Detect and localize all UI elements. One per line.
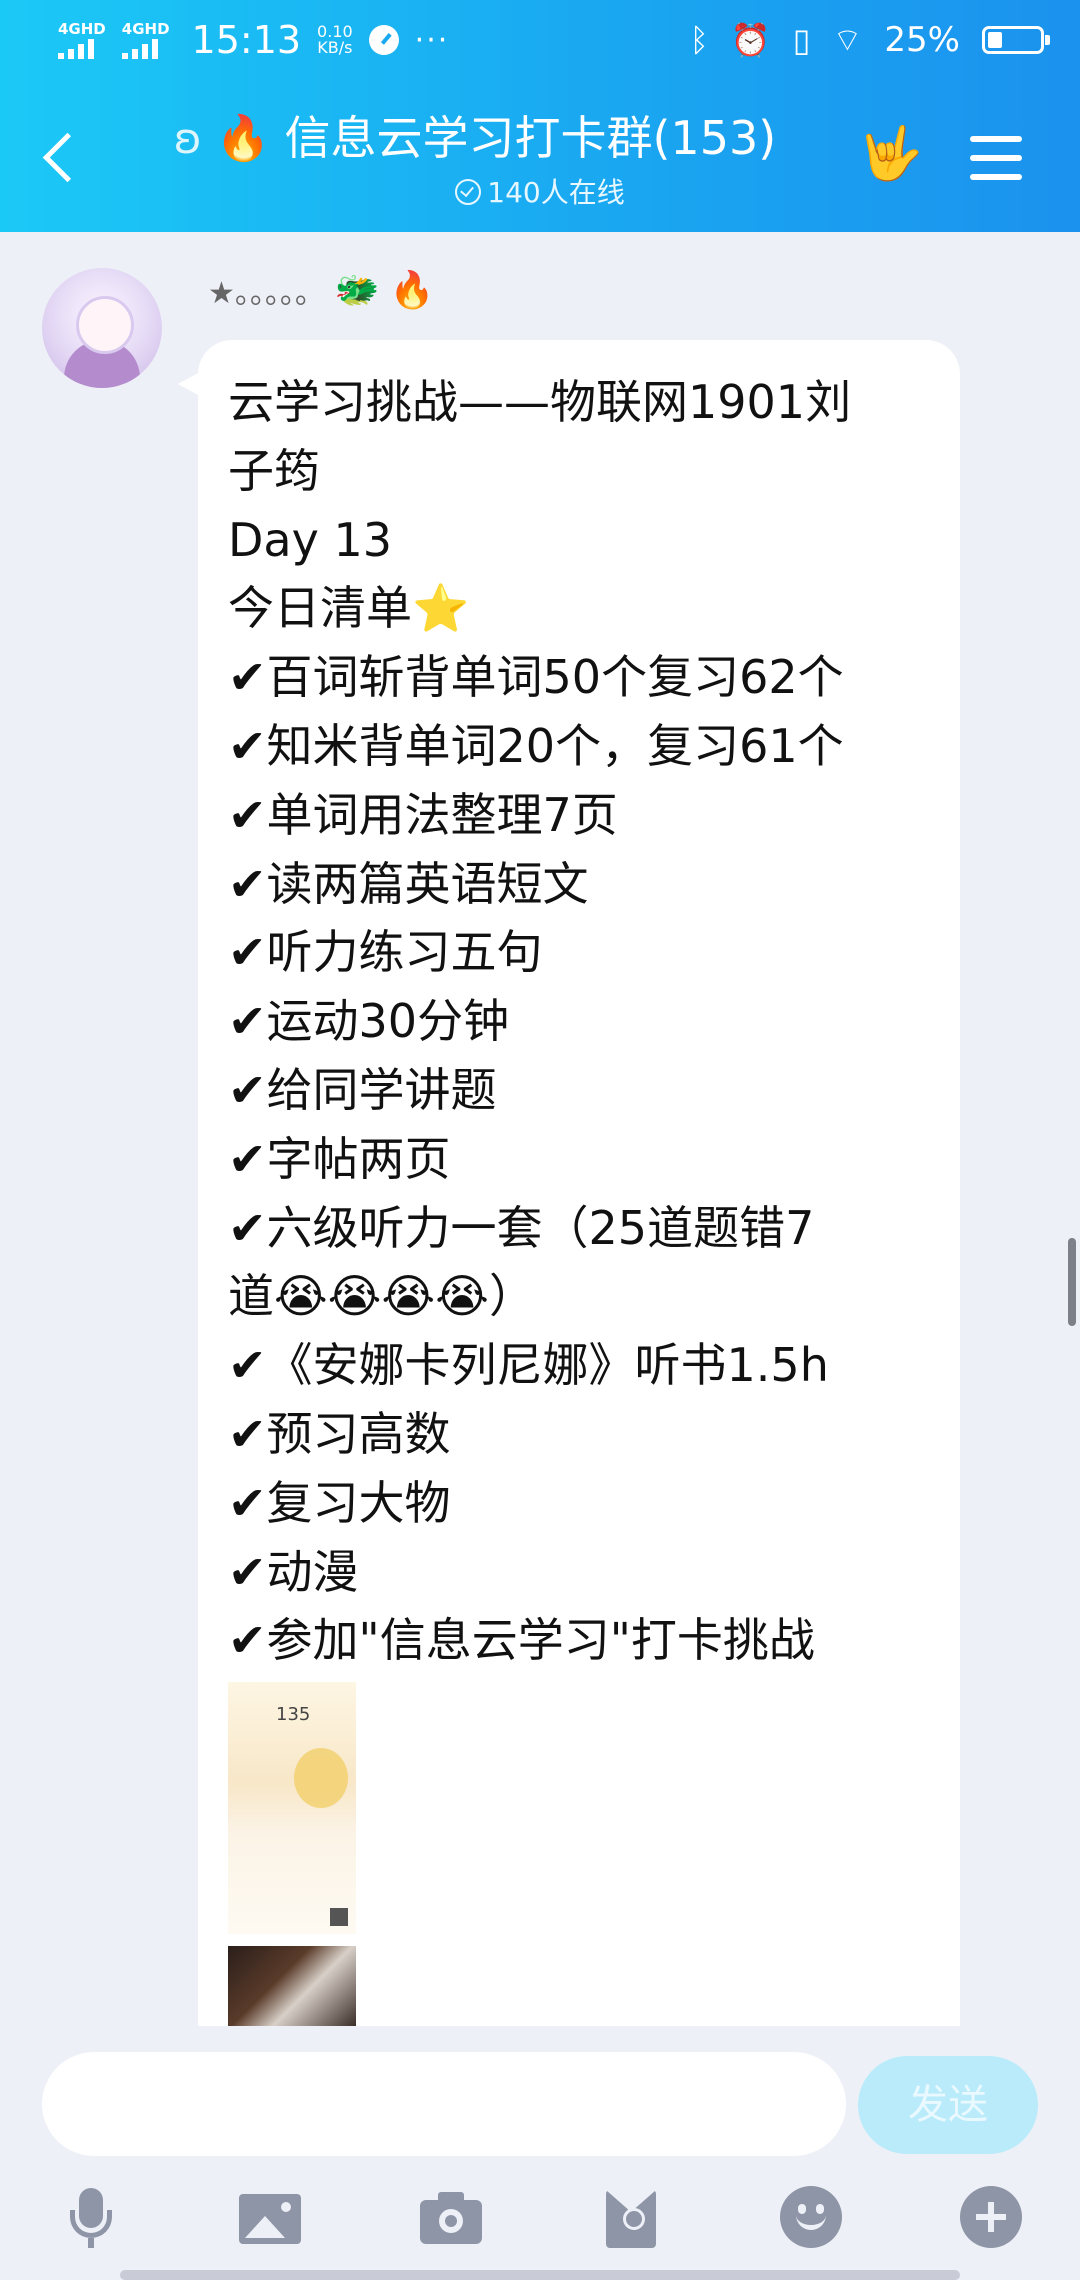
message-line: ✔字帖两页 <box>228 1131 451 1186</box>
red-envelope-icon[interactable] <box>596 2182 666 2252</box>
message-bubble[interactable]: 云学习挑战——物联网1901刘 子筠 Day 13 今日清单⭐ ✔百词斩背单词5… <box>198 340 960 2026</box>
message-line: ✔单词用法整理7页 <box>228 787 618 842</box>
group-title[interactable]: 信息云学习打卡群(153) <box>284 108 776 168</box>
wifi-icon: ⌔ <box>832 21 863 59</box>
sender-name-row: ★。。。。。 🐲 🔥 <box>208 268 435 312</box>
title-row: ʚ 🔥 信息云学习打卡群(153) <box>140 108 810 168</box>
plus-icon[interactable] <box>956 2182 1026 2252</box>
message-line: ✔参加"信息云学习"打卡挑战 <box>228 1613 815 1668</box>
message-line: ✔百词斩背单词50个复习62个 <box>228 650 844 705</box>
menu-button[interactable] <box>970 136 1022 180</box>
vibrate-icon: ▯ <box>792 21 811 59</box>
message-line: 今日清单⭐ <box>228 581 470 636</box>
message-line: 道😭😭😭😭） <box>228 1269 535 1324</box>
online-label: 140人在线 <box>487 176 625 209</box>
message-line: ✔读两篇英语短文 <box>228 856 589 911</box>
ear-icon: ʚ <box>173 113 202 163</box>
online-check-icon <box>455 179 482 205</box>
message-line: ✔运动30分钟 <box>228 994 510 1049</box>
bluetooth-icon: ᛒ <box>689 21 709 59</box>
send-button[interactable]: 发送 <box>858 2056 1038 2154</box>
gesture-bar <box>120 2270 960 2280</box>
dragon-icon: 🐲 <box>334 270 380 311</box>
hand-gesture-button[interactable]: 🤟 <box>858 122 923 186</box>
image-thumbnail[interactable] <box>228 1946 356 2026</box>
battery-percent: 25% <box>884 20 960 60</box>
sender-name: ★。。。。。 <box>208 276 325 311</box>
scrollbar[interactable] <box>1068 1238 1076 1326</box>
message-line: ✔复习大物 <box>228 1475 451 1530</box>
signal-2: 4GHD <box>121 20 170 59</box>
message-line: Day 13 <box>228 512 392 567</box>
bubble-tail <box>178 372 200 396</box>
image-icon[interactable] <box>235 2182 305 2252</box>
message-line: ✔《安娜卡列尼娜》听书1.5h <box>228 1338 829 1393</box>
message-line: ✔听力练习五句 <box>228 925 543 980</box>
message-line: ✔知米背单词20个，复习61个 <box>228 718 844 773</box>
thumbnail-number: 135 <box>276 1704 311 1725</box>
image-thumbnail[interactable]: 135 <box>228 1682 356 1934</box>
check-circle-icon <box>368 25 399 55</box>
clock: 15:13 <box>191 18 302 62</box>
speed-unit: KB/s <box>317 38 353 57</box>
input-toolbar <box>0 2182 1080 2268</box>
qr-code-icon <box>330 1908 348 1926</box>
message-line: ✔六级听力一套（25道题错7 <box>228 1200 815 1255</box>
mic-icon[interactable] <box>56 2182 126 2252</box>
avatar[interactable] <box>42 268 162 388</box>
more-status: ··· <box>414 22 450 58</box>
emoji-icon[interactable] <box>776 2182 846 2252</box>
battery-icon <box>982 26 1050 54</box>
message-line: ✔动漫 <box>228 1544 359 1599</box>
message-line: ✔给同学讲题 <box>228 1062 497 1117</box>
network-label: 4GHD <box>121 20 170 38</box>
fire-badge-icon: 🔥 <box>389 270 435 311</box>
fire-icon: 🔥 <box>215 113 271 164</box>
signal-bars-icon <box>58 37 94 59</box>
message-line: 子筠 <box>228 443 320 498</box>
message-line: ✔预习高数 <box>228 1406 451 1461</box>
message-line: 云学习挑战——物联网1901刘 <box>228 375 852 429</box>
chat-header: 4GHD 4GHD 15:13 0.10 KB/s ··· ᛒ ⏰ ▯ ⌔ 25… <box>0 0 1080 232</box>
alarm-icon: ⏰ <box>730 21 771 59</box>
message-input[interactable] <box>42 2052 846 2156</box>
camera-icon[interactable] <box>416 2182 486 2252</box>
message-text: 云学习挑战——物联网1901刘 子筠 Day 13 今日清单⭐ ✔百词斩背单词5… <box>228 368 938 1675</box>
network-label: 4GHD <box>58 20 106 38</box>
signal-1: 4GHD <box>58 21 106 59</box>
network-speed: 0.10 KB/s <box>317 24 353 56</box>
status-bar: 4GHD 4GHD 15:13 0.10 KB/s ··· ᛒ ⏰ ▯ ⌔ 25… <box>0 0 1080 84</box>
signal-bars-icon <box>121 37 158 59</box>
